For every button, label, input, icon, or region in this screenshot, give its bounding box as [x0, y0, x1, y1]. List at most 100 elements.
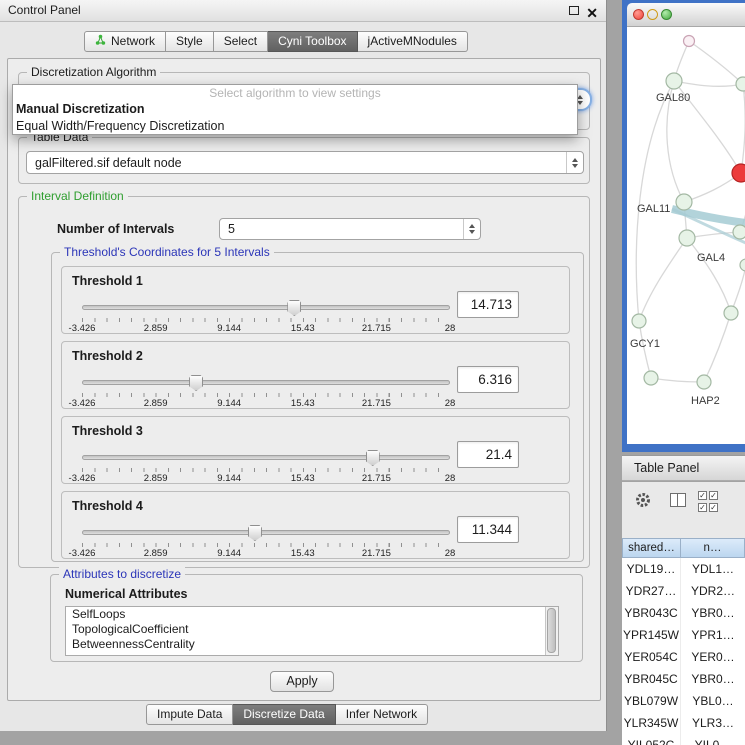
checkbox-icon: ✓: [698, 503, 707, 512]
table-row[interactable]: YDR27…YDR2…: [622, 580, 745, 602]
network-node[interactable]: [684, 36, 695, 47]
tab-impute-data[interactable]: Impute Data: [146, 704, 233, 725]
column-visibility-icons[interactable]: ✓ ✓ ✓ ✓: [698, 491, 728, 513]
network-node[interactable]: [644, 371, 658, 385]
group-title: Interval Definition: [27, 189, 128, 203]
table-row[interactable]: YBL079WYBL0…: [622, 690, 745, 712]
group-title: Attributes to discretize: [59, 567, 185, 581]
table-cell[interactable]: YBR0…: [681, 602, 745, 624]
network-node-gal4[interactable]: [679, 230, 695, 246]
scrollbar-thumb[interactable]: [547, 608, 556, 653]
table-cell[interactable]: YBL0…: [681, 690, 745, 712]
threshold-value-field[interactable]: 21.4: [457, 441, 519, 468]
node-label: GAL4: [697, 252, 725, 264]
table-row[interactable]: YER054CYER0…: [622, 646, 745, 668]
slider-track[interactable]: [82, 380, 450, 385]
network-node[interactable]: [736, 77, 745, 91]
slider-track[interactable]: [82, 530, 450, 535]
table-row[interactable]: YIL052CYIL0…: [622, 734, 745, 745]
slider-thumb[interactable]: [287, 300, 301, 316]
slider-track[interactable]: [82, 455, 450, 460]
network-graph[interactable]: GAL80 GAL11 GAL4 GCY1 HAP2: [627, 27, 745, 444]
tab-cyni-toolbox[interactable]: Cyni Toolbox: [268, 31, 357, 52]
table-cell[interactable]: YLR345W: [622, 712, 681, 734]
table-row[interactable]: YBR045CYBR0…: [622, 668, 745, 690]
table-cell[interactable]: YER0…: [681, 646, 745, 668]
table-cell[interactable]: YLR3…: [681, 712, 745, 734]
tab-network[interactable]: Network: [84, 31, 166, 52]
tab-discretize-data[interactable]: Discretize Data: [233, 704, 335, 725]
threshold-list: Threshold 114.713-3.4262.8599.14415.4321…: [61, 266, 570, 566]
close-traffic-light-icon[interactable]: [633, 9, 644, 20]
table-cell[interactable]: YPR145W: [622, 624, 681, 646]
scale-tick-label: 9.144: [217, 473, 241, 484]
table-cell[interactable]: YIL052C: [622, 734, 681, 745]
table-cell[interactable]: YIL0…: [681, 734, 745, 745]
network-node[interactable]: [724, 306, 738, 320]
slider-thumb[interactable]: [248, 525, 262, 541]
network-node-selected[interactable]: [732, 164, 745, 182]
float-window-icon[interactable]: [569, 6, 579, 15]
columns-icon[interactable]: [670, 493, 686, 507]
threshold-value-field[interactable]: 11.344: [457, 516, 519, 543]
network-canvas[interactable]: GAL80 GAL11 GAL4 GCY1 HAP2: [627, 27, 745, 444]
table-row[interactable]: YBR043CYBR0…: [622, 602, 745, 624]
table-row[interactable]: YPR145WYPR1…: [622, 624, 745, 646]
algorithm-option-manual[interactable]: Manual Discretization: [13, 101, 577, 118]
threshold-slider[interactable]: -3.4262.8599.14415.4321.71528: [82, 449, 450, 483]
table-data-combobox[interactable]: galFiltered.sif default node: [26, 151, 584, 174]
threshold-value-field[interactable]: 6.316: [457, 366, 519, 393]
apply-button[interactable]: Apply: [270, 671, 334, 692]
scale-tick-label: 15.43: [291, 323, 315, 334]
gear-icon[interactable]: [634, 491, 652, 509]
network-node-hap2[interactable]: [697, 375, 711, 389]
minimize-traffic-light-icon[interactable]: [647, 9, 658, 20]
algorithm-placeholder: Select algorithm to view settings: [13, 85, 577, 101]
zoom-traffic-light-icon[interactable]: [661, 9, 672, 20]
network-node[interactable]: [740, 259, 745, 271]
table-cell[interactable]: YDL19…: [622, 558, 681, 580]
network-node-gcy1[interactable]: [632, 314, 646, 328]
table-cell[interactable]: YDR27…: [622, 580, 681, 602]
table-cell[interactable]: YER054C: [622, 646, 681, 668]
table-cell[interactable]: YBL079W: [622, 690, 681, 712]
slider-track[interactable]: [82, 305, 450, 310]
thresholds-group: Threshold's Coordinates for 5 Intervals …: [51, 252, 584, 562]
threshold-value-field[interactable]: 14.713: [457, 291, 519, 318]
attribute-list-item[interactable]: TopologicalCoefficient: [66, 622, 558, 637]
threshold-slider[interactable]: -3.4262.8599.14415.4321.71528: [82, 374, 450, 408]
attribute-list-item[interactable]: BetweennessCentrality: [66, 637, 558, 652]
tab-infer-network[interactable]: Infer Network: [336, 704, 428, 725]
table-cell[interactable]: YPR1…: [681, 624, 745, 646]
checkbox-icon: ✓: [698, 491, 707, 500]
threshold-slider[interactable]: -3.4262.8599.14415.4321.71528: [82, 524, 450, 558]
threshold-slider[interactable]: -3.4262.8599.14415.4321.71528: [82, 299, 450, 333]
table-cell[interactable]: YDR2…: [681, 580, 745, 602]
algorithm-option-equal-width[interactable]: Equal Width/Frequency Discretization: [13, 118, 577, 135]
table-cell[interactable]: YBR0…: [681, 668, 745, 690]
close-icon[interactable]: ✕: [586, 3, 598, 24]
column-header-name[interactable]: n…: [681, 538, 745, 558]
table-cell[interactable]: YDL1…: [681, 558, 745, 580]
network-node-gal11[interactable]: [676, 194, 692, 210]
tab-label: Style: [176, 32, 203, 51]
column-header-shared-name[interactable]: shared…: [622, 538, 681, 558]
network-window-titlebar[interactable]: [627, 3, 745, 27]
network-node-gal80[interactable]: [666, 73, 682, 89]
table-panel: ✓ ✓ ✓ ✓ shared… n… YDL19…YDL1…YDR27…YDR2…: [622, 482, 745, 745]
tab-jactivemnodules[interactable]: jActiveMNodules: [358, 31, 468, 52]
table-row[interactable]: YDL19…YDL1…: [622, 558, 745, 580]
table-row[interactable]: YLR345WYLR3…: [622, 712, 745, 734]
table-cell[interactable]: YBR045C: [622, 668, 681, 690]
network-node[interactable]: [733, 225, 745, 239]
list-scrollbar[interactable]: [545, 607, 558, 655]
tab-select[interactable]: Select: [214, 31, 268, 52]
slider-thumb[interactable]: [189, 375, 203, 391]
slider-thumb[interactable]: [366, 450, 380, 466]
number-of-intervals-combobox[interactable]: 5: [219, 218, 481, 240]
numerical-attributes-list[interactable]: SelfLoopsTopologicalCoefficientBetweenne…: [65, 606, 559, 656]
tab-style[interactable]: Style: [166, 31, 214, 52]
attribute-list-item[interactable]: SelfLoops: [66, 607, 558, 622]
table-cell[interactable]: YBR043C: [622, 602, 681, 624]
network-tab-icon: [95, 32, 106, 51]
